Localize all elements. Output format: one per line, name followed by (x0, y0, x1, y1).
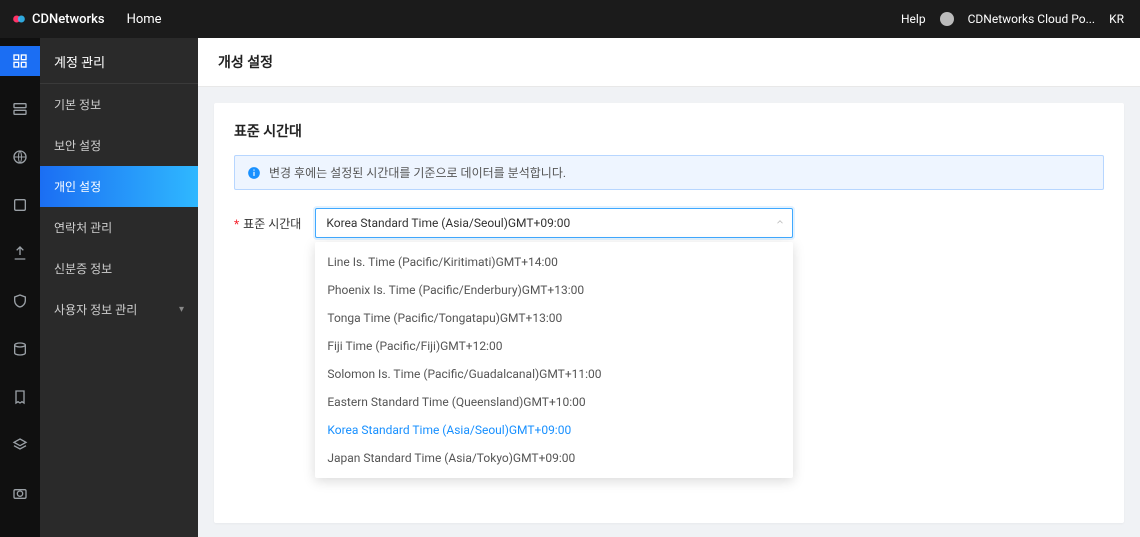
rail-item-2[interactable] (0, 94, 40, 124)
rail-item-dashboard[interactable] (0, 46, 40, 76)
content: 개성 설정 표준 시간대 변경 후에는 설정된 시간대를 기준으로 데이터를 분… (198, 38, 1140, 537)
top-bar: CDNetworks Home Help CDNetworks Cloud Po… (0, 0, 1140, 38)
layers-icon (12, 437, 28, 453)
brand-icon (12, 12, 26, 26)
rail-item-3[interactable] (0, 142, 40, 172)
timezone-option[interactable]: Line Is. Time (Pacific/Kiritimati)GMT+14… (315, 248, 793, 276)
topbar-right: Help CDNetworks Cloud Po... KR (901, 12, 1124, 26)
timezone-option[interactable]: Japan Standard Time (Asia/Tokyo)GMT+09:0… (315, 444, 793, 472)
nav-home[interactable]: Home (127, 12, 162, 27)
account-name[interactable]: CDNetworks Cloud Po... (968, 12, 1095, 26)
icon-rail (0, 38, 40, 537)
sidebar-item-label: 기본 정보 (54, 96, 101, 113)
sidebar-item-label: 사용자 정보 관리 (54, 301, 137, 318)
timezone-option[interactable]: Fiji Time (Pacific/Fiji)GMT+12:00 (315, 332, 793, 360)
shield-icon (12, 293, 28, 309)
page-title: 개성 설정 (198, 38, 1140, 87)
info-text: 변경 후에는 설정된 시간대를 기준으로 데이터를 분석합니다. (269, 164, 566, 181)
grid-icon (12, 53, 28, 69)
sidebar-item-contacts[interactable]: 연락처 관리 (40, 207, 198, 248)
box-icon (12, 197, 28, 213)
required-marker: * (234, 217, 239, 231)
receipt-icon (12, 389, 28, 405)
rail-item-10[interactable] (0, 478, 40, 508)
rail-item-6[interactable] (0, 286, 40, 316)
chevron-up-icon (775, 216, 785, 230)
chevron-down-icon: ▾ (179, 304, 184, 315)
rail-item-4[interactable] (0, 190, 40, 220)
rail-item-8[interactable] (0, 382, 40, 412)
timezone-dropdown[interactable]: Line Is. Time (Pacific/Kiritimati)GMT+14… (315, 242, 793, 478)
timezone-option[interactable]: Solomon Is. Time (Pacific/Guadalcanal)GM… (315, 360, 793, 388)
lang-select[interactable]: KR (1109, 12, 1124, 26)
timezone-option[interactable]: Eastern Standard Time (Queensland)GMT+10… (315, 388, 793, 416)
sidebar-item-security[interactable]: 보안 설정 (40, 125, 198, 166)
sidebar-item-label: 개인 설정 (54, 178, 101, 195)
sidebar-item-users[interactable]: 사용자 정보 관리 ▾ (40, 289, 198, 330)
upload-icon (12, 245, 28, 261)
timezone-select-wrap: Korea Standard Time (Asia/Seoul)GMT+09:0… (315, 208, 793, 238)
sidebar-item-label: 보안 설정 (54, 137, 101, 154)
info-icon (247, 166, 261, 180)
rail-item-7[interactable] (0, 334, 40, 364)
help-link[interactable]: Help (901, 12, 926, 26)
brand-logo: CDNetworks (12, 12, 105, 27)
sidebar-item-label: 신분증 정보 (54, 260, 112, 277)
timezone-option[interactable]: Korea Standard Time (Asia/Seoul)GMT+09:0… (315, 416, 793, 444)
sidebar-item-idcard[interactable]: 신분증 정보 (40, 248, 198, 289)
timezone-row: *표준 시간대 Korea Standard Time (Asia/Seoul)… (234, 208, 1104, 238)
sidebar-section-title: 계정 관리 (40, 38, 198, 84)
brand-text: CDNetworks (32, 12, 105, 27)
info-alert: 변경 후에는 설정된 시간대를 기준으로 데이터를 분석합니다. (234, 155, 1104, 190)
timezone-select[interactable]: Korea Standard Time (Asia/Seoul)GMT+09:0… (315, 208, 793, 238)
settings-card: 표준 시간대 변경 후에는 설정된 시간대를 기준으로 데이터를 분석합니다. … (214, 103, 1124, 523)
sidebar-item-label: 연락처 관리 (54, 219, 112, 236)
globe-icon (12, 149, 28, 165)
sidebar-item-personal[interactable]: 개인 설정 (40, 166, 198, 207)
sidebar-item-basic-info[interactable]: 기본 정보 (40, 84, 198, 125)
database-icon (12, 341, 28, 357)
rail-item-9[interactable] (0, 430, 40, 460)
timezone-value: Korea Standard Time (Asia/Seoul)GMT+09:0… (326, 216, 570, 230)
card-title: 표준 시간대 (234, 121, 1104, 141)
avatar[interactable] (940, 12, 954, 26)
timezone-label: *표준 시간대 (234, 215, 301, 232)
sidebar: 계정 관리 기본 정보 보안 설정 개인 설정 연락처 관리 신분증 정보 사용… (40, 38, 198, 537)
timezone-option[interactable]: Phoenix Is. Time (Pacific/Enderbury)GMT+… (315, 276, 793, 304)
camera-icon (12, 485, 28, 501)
server-icon (12, 101, 28, 117)
timezone-option[interactable]: Tonga Time (Pacific/Tongatapu)GMT+13:00 (315, 304, 793, 332)
rail-item-5[interactable] (0, 238, 40, 268)
